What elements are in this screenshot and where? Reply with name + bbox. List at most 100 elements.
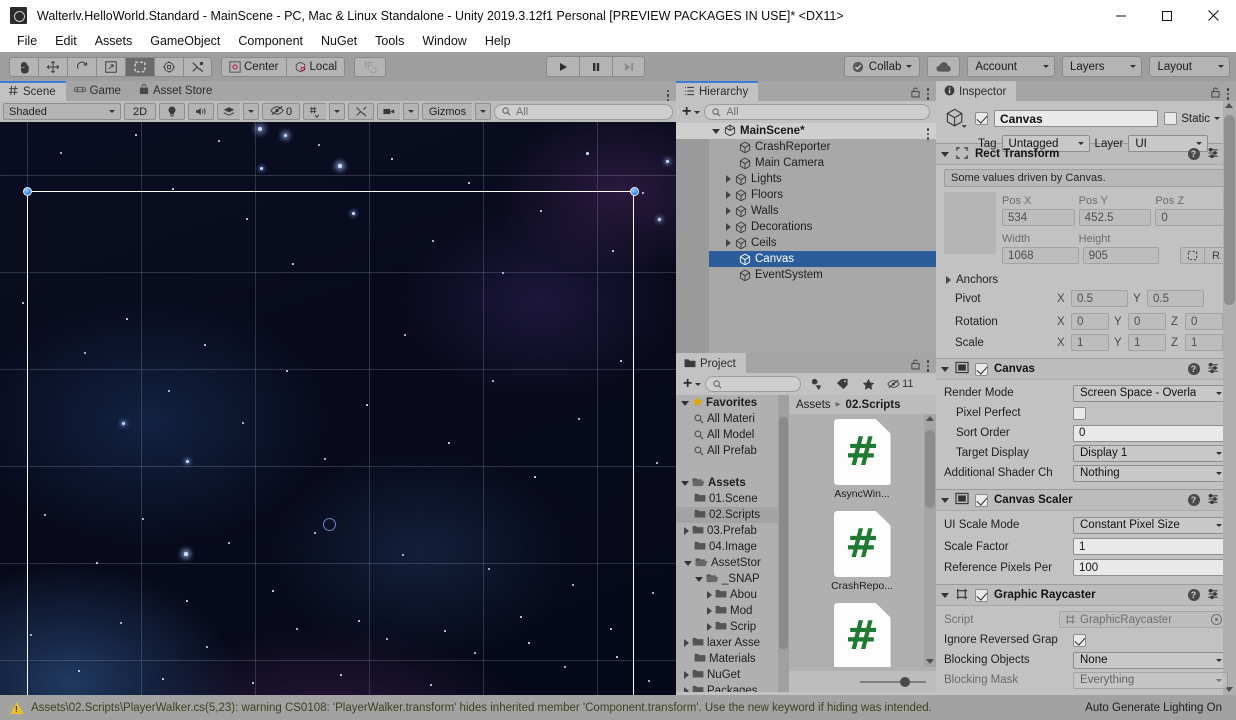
help-icon[interactable]: ? — [1187, 494, 1200, 506]
menu-edit[interactable]: Edit — [46, 31, 86, 52]
chevron-down-icon[interactable] — [941, 366, 949, 372]
minimize-icon[interactable] — [1098, 0, 1144, 31]
hierarchy-item-main-camera[interactable]: Main Camera — [676, 155, 936, 171]
project-tree-01-scene[interactable]: 01.Scene — [676, 491, 789, 507]
ignore-reversed-graphics-checkbox[interactable] — [1073, 633, 1086, 647]
project-tree-all-models[interactable]: All Model — [676, 427, 789, 443]
zoom-slider-knob[interactable] — [900, 676, 910, 687]
project-tree-all-materials[interactable]: All Materi — [676, 411, 789, 427]
pixel-perfect-checkbox[interactable] — [1073, 406, 1086, 420]
lock-icon[interactable] — [910, 359, 920, 373]
hierarchy-item-crashreporter[interactable]: CrashReporter — [676, 139, 936, 155]
chevron-right-icon[interactable] — [684, 639, 689, 647]
rect-handle-top-right[interactable] — [630, 187, 639, 196]
favorites-star-icon[interactable] — [857, 376, 879, 393]
scale-y-field[interactable]: 1 — [1128, 334, 1166, 351]
canvas-scaler-enabled-checkbox[interactable] — [975, 493, 988, 507]
hierarchy-add-button[interactable]: + — [682, 104, 701, 120]
breadcrumb-assets[interactable]: Assets — [796, 399, 831, 411]
menu-tools[interactable]: Tools — [366, 31, 413, 52]
chevron-right-icon[interactable] — [684, 527, 689, 535]
rot-y-field[interactable]: 0 — [1128, 313, 1166, 330]
blueprint-mode-button[interactable] — [1180, 247, 1205, 264]
scale-factor-field[interactable]: 1 — [1073, 538, 1228, 555]
pos-z-field[interactable]: 0 — [1155, 209, 1229, 226]
pivot-y-field[interactable]: 0.5 — [1147, 290, 1204, 307]
preset-icon[interactable] — [1207, 493, 1219, 508]
kebab-icon[interactable] — [926, 128, 929, 140]
scroll-down-arrow[interactable] — [926, 659, 934, 664]
tab-inspector[interactable]: Inspector — [936, 81, 1017, 101]
asset-grid[interactable]: # AsyncWin... # CrashRepo... # — [789, 414, 936, 667]
chevron-right-icon[interactable] — [726, 207, 731, 215]
project-tree-03-prefabs[interactable]: 03.Prefab — [676, 523, 789, 539]
scale-tool-button[interactable] — [96, 56, 125, 77]
chevron-down-icon[interactable] — [695, 576, 703, 582]
script-object-field[interactable]: GraphicRaycaster — [1059, 611, 1228, 628]
preset-icon[interactable] — [1207, 147, 1219, 162]
pos-y-field[interactable]: 452.5 — [1078, 209, 1152, 226]
speaker-icon[interactable] — [188, 103, 214, 120]
chevron-right-icon[interactable] — [726, 223, 731, 231]
project-tree-nuget[interactable]: NuGet — [676, 667, 789, 683]
rect-handle-top-left[interactable] — [23, 187, 32, 196]
project-tree-models[interactable]: Mod — [676, 603, 789, 619]
pivot-gizmo[interactable] — [323, 518, 336, 531]
scale-z-field[interactable]: 1 — [1185, 334, 1223, 351]
project-tree-materials[interactable]: Materials — [676, 651, 789, 667]
chevron-right-icon[interactable] — [726, 175, 731, 183]
hierarchy-item-lights[interactable]: Lights — [676, 171, 936, 187]
project-tree-02-scripts[interactable]: 02.Scripts — [676, 507, 789, 523]
selection-rect[interactable] — [27, 191, 634, 695]
hierarchy-item-floors[interactable]: Floors — [676, 187, 936, 203]
toggle-2d-button[interactable]: 2D — [124, 103, 156, 120]
project-tree-favorites[interactable]: Favorites — [676, 395, 789, 411]
step-icon[interactable] — [612, 56, 645, 77]
chevron-right-icon[interactable] — [946, 275, 951, 284]
custom-tool-button[interactable] — [183, 56, 212, 77]
blocking-objects-dropdown[interactable]: None — [1073, 651, 1228, 669]
scene-search-input[interactable]: All — [494, 103, 673, 120]
scale-x-field[interactable]: 1 — [1071, 334, 1109, 351]
chevron-down-icon[interactable] — [1214, 117, 1220, 120]
pause-icon[interactable] — [579, 56, 612, 77]
lock-icon[interactable] — [910, 87, 920, 101]
chevron-right-icon[interactable] — [726, 191, 731, 199]
scrollbar-thumb[interactable] — [779, 417, 788, 649]
gizmos-dropdown[interactable] — [475, 103, 491, 120]
chevron-down-icon[interactable] — [712, 129, 720, 134]
tab-scene[interactable]: Scene — [0, 81, 66, 101]
menu-help[interactable]: Help — [476, 31, 520, 52]
tab-hierarchy[interactable]: Hierarchy — [676, 81, 759, 101]
rect-tool-button[interactable] — [125, 56, 154, 77]
layers-button[interactable]: Layers — [1061, 56, 1143, 77]
hierarchy-item-decorations[interactable]: Decorations — [676, 219, 936, 235]
project-folder-tree[interactable]: Favorites All Materi All Model All Prefa… — [676, 395, 789, 692]
status-bar[interactable]: Assets\02.Scripts\PlayerWalker.cs(5,23):… — [0, 695, 1236, 720]
rotate-tool-button[interactable] — [67, 56, 96, 77]
camera-icon[interactable] — [377, 103, 400, 120]
kebab-icon[interactable] — [666, 89, 669, 101]
fx-dropdown[interactable] — [243, 103, 259, 120]
blocking-mask-dropdown[interactable]: Everything — [1073, 671, 1228, 689]
fx-icon[interactable] — [217, 103, 240, 120]
menu-file[interactable]: File — [8, 31, 46, 52]
object-picker-icon[interactable] — [1211, 614, 1222, 625]
chevron-right-icon[interactable] — [707, 591, 712, 599]
cloud-button[interactable] — [927, 56, 961, 77]
anchor-preview[interactable] — [944, 192, 996, 254]
additional-shader-channels-dropdown[interactable]: Nothing — [1073, 464, 1228, 482]
rot-z-field[interactable]: 0 — [1185, 313, 1223, 330]
asset-grid-scrollbar[interactable] — [924, 414, 936, 667]
project-tree-all-prefabs[interactable]: All Prefab — [676, 443, 789, 459]
tab-game[interactable]: Game — [66, 81, 131, 101]
chevron-down-icon[interactable] — [941, 497, 949, 503]
chevron-down-icon[interactable] — [684, 560, 692, 566]
render-mode-dropdown[interactable]: Screen Space - Overla — [1073, 384, 1228, 402]
help-icon[interactable]: ? — [1187, 148, 1200, 160]
reference-pixels-per-unit-field[interactable]: 100 — [1073, 559, 1228, 576]
hierarchy-item-ceils[interactable]: Ceils — [676, 235, 936, 251]
help-icon[interactable]: ? — [1187, 589, 1200, 601]
scene-visibility-toggle[interactable]: 0 — [262, 103, 300, 120]
scrollbar-thumb[interactable] — [925, 430, 935, 508]
